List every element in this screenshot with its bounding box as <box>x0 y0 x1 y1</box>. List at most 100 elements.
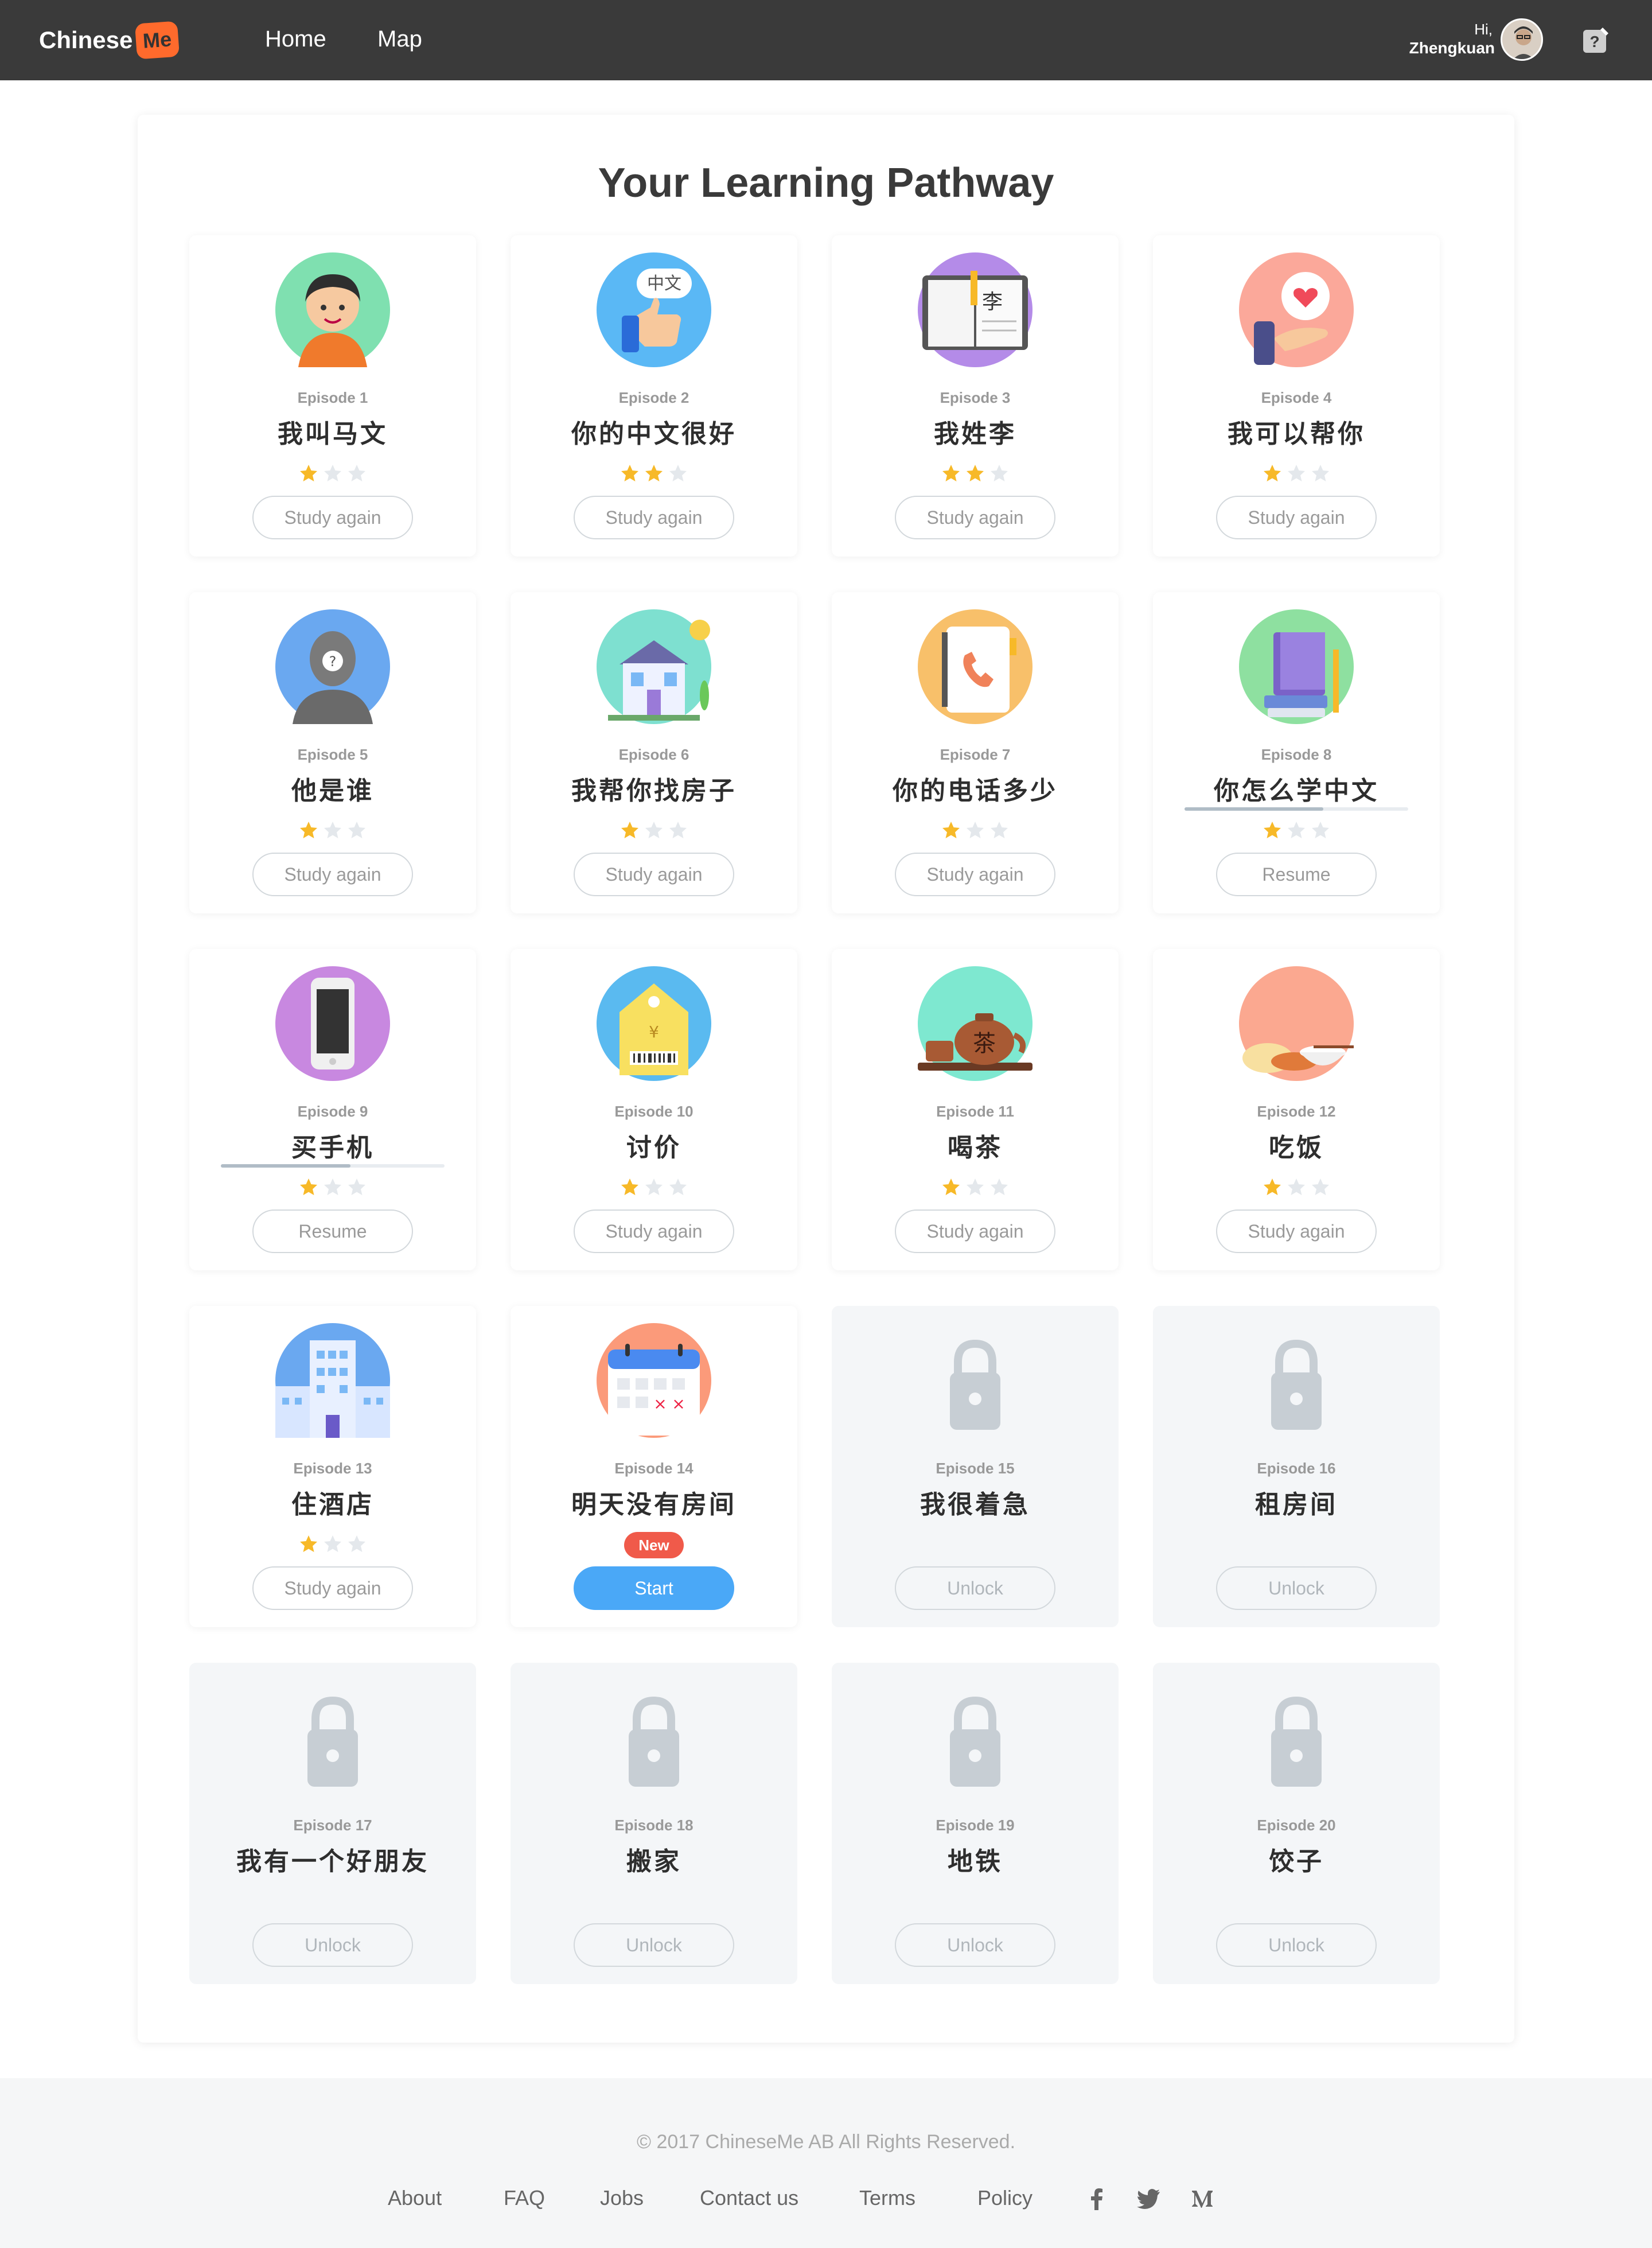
episode-title: 讨价 <box>626 1133 681 1162</box>
learning-pathway-panel: Your Learning Pathway Episode 1 我叫马文 Study… <box>138 115 1514 2043</box>
help-notepad-icon[interactable]: ? <box>1581 25 1611 55</box>
episode-card-13[interactable]: Episode 13 住酒店 Study again <box>189 1306 476 1627</box>
facebook-icon[interactable] <box>1083 2185 1111 2212</box>
episode-card-16[interactable]: Episode 16 租房间 Unlock <box>1153 1306 1440 1627</box>
star-rating <box>511 464 797 483</box>
unlock-button[interactable]: Unlock <box>1216 1566 1377 1610</box>
lock-icon <box>1271 1696 1322 1787</box>
episode-number: Episode 3 <box>940 389 1011 406</box>
nav-map-link[interactable]: Map <box>377 26 422 52</box>
episode-number: Episode 15 <box>936 1460 1015 1477</box>
footer-link-jobs[interactable]: Jobs <box>600 2186 644 2210</box>
star-empty-icon <box>991 465 1008 481</box>
heart-hand-icon <box>1239 252 1354 367</box>
episode-card-7[interactable]: Episode 7 你的电话多少 Study again <box>832 592 1119 913</box>
episode-card-15[interactable]: Episode 15 我很着急 Unlock <box>832 1306 1119 1627</box>
episode-card-10[interactable]: ¥ Episode 10 讨价 Study again <box>511 949 797 1270</box>
episode-card-6[interactable]: Episode 6 我帮你找房子 Study again <box>511 592 797 913</box>
episode-card-3[interactable]: 李 Episode 3 我姓李 Study again <box>832 235 1119 557</box>
episode-card-19[interactable]: Episode 19 地铁 Unlock <box>832 1663 1119 1984</box>
twitter-icon[interactable] <box>1135 2185 1162 2212</box>
study-again-button[interactable]: Study again <box>252 853 413 896</box>
episode-progress-bar <box>1185 807 1408 811</box>
star-empty-icon <box>1288 822 1305 838</box>
study-again-button[interactable]: Study again <box>895 1209 1055 1253</box>
svg-text:李: 李 <box>982 290 1003 314</box>
unlock-button[interactable]: Unlock <box>895 1923 1055 1967</box>
episode-card-4[interactable]: Episode 4 我可以帮你 Study again <box>1153 235 1440 557</box>
episode-card-20[interactable]: Episode 20 饺子 Unlock <box>1153 1663 1440 1984</box>
unlock-button[interactable]: Unlock <box>1216 1923 1377 1967</box>
unlock-button[interactable]: Unlock <box>252 1923 413 1967</box>
medium-icon[interactable] <box>1189 2185 1216 2212</box>
episode-card-18[interactable]: Episode 18 搬家 Unlock <box>511 1663 797 1984</box>
star-rating <box>832 1177 1119 1197</box>
unlock-button[interactable]: Unlock <box>574 1923 734 1967</box>
star-filled-icon <box>967 465 984 481</box>
study-again-button[interactable]: Study again <box>895 853 1055 896</box>
start-button[interactable]: Start <box>574 1566 734 1610</box>
books-pencil-icon <box>1239 609 1354 724</box>
episode-card-9[interactable]: Episode 9 买手机 Resume <box>189 949 476 1270</box>
house-icon <box>597 609 711 724</box>
star-rating <box>189 464 476 483</box>
episode-number: Episode 17 <box>293 1817 372 1834</box>
star-empty-icon <box>645 1179 663 1195</box>
star-empty-icon <box>669 1179 687 1195</box>
star-empty-icon <box>991 822 1008 838</box>
star-empty-icon <box>645 822 663 838</box>
star-empty-icon <box>348 1535 365 1552</box>
svg-text:×: × <box>672 1394 685 1413</box>
episode-number: Episode 6 <box>618 746 689 763</box>
copyright-text: © 2017 ChineseMe AB All Rights Reserved. <box>636 2131 1016 2153</box>
star-empty-icon <box>1288 465 1305 481</box>
episode-card-2[interactable]: 中文 Episode 2 你的中文很好 Study again <box>511 235 797 557</box>
episode-card-14[interactable]: × × Episode 14 明天没有房间 New Start <box>511 1306 797 1627</box>
episode-card-12[interactable]: Episode 12 吃饭 Study again <box>1153 949 1440 1270</box>
unlock-button[interactable]: Unlock <box>895 1566 1055 1610</box>
study-again-button[interactable]: Study again <box>895 496 1055 539</box>
lock-icon <box>950 1339 1000 1430</box>
study-again-button[interactable]: Study again <box>1216 1209 1377 1253</box>
study-again-button[interactable]: Study again <box>574 1209 734 1253</box>
episode-card-17[interactable]: Episode 17 我有一个好朋友 Unlock <box>189 1663 476 1984</box>
user-greeting: Hi, <box>1474 21 1493 38</box>
footer-link-faq[interactable]: FAQ <box>504 2186 545 2210</box>
episode-card-1[interactable]: Episode 1 我叫马文 Study again <box>189 235 476 557</box>
episode-progress-fill <box>221 1164 351 1168</box>
episode-number: Episode 11 <box>936 1103 1014 1120</box>
study-again-button[interactable]: Study again <box>252 1566 413 1610</box>
resume-button[interactable]: Resume <box>1216 853 1377 896</box>
lock-icon <box>629 1696 679 1787</box>
footer-link-terms[interactable]: Terms <box>859 2186 915 2210</box>
study-again-button[interactable]: Study again <box>252 496 413 539</box>
star-rating <box>832 464 1119 483</box>
study-again-button[interactable]: Study again <box>1216 496 1377 539</box>
price-tag-icon: ¥ <box>597 966 711 1081</box>
footer-link-contact[interactable]: Contact us <box>700 2186 798 2210</box>
episode-card-8[interactable]: Episode 8 你怎么学中文 Resume <box>1153 592 1440 913</box>
star-rating <box>189 820 476 840</box>
star-rating <box>1153 1177 1440 1197</box>
user-avatar[interactable] <box>1501 18 1543 61</box>
episode-card-11[interactable]: 茶 Episode 11 喝茶 Study again <box>832 949 1119 1270</box>
episode-title: 你怎么学中文 <box>1214 776 1379 806</box>
star-rating <box>1153 820 1440 840</box>
boy-avatar-icon <box>275 252 390 367</box>
star-empty-icon <box>1312 465 1329 481</box>
star-rating <box>189 1534 476 1554</box>
resume-button[interactable]: Resume <box>252 1209 413 1253</box>
study-again-button[interactable]: Study again <box>574 496 734 539</box>
star-empty-icon <box>348 1179 365 1195</box>
episode-title: 他是谁 <box>291 776 374 806</box>
chineseme-logo[interactable]: Chinese Me <box>39 16 180 64</box>
episode-title: 你的中文很好 <box>571 419 737 449</box>
star-rating <box>511 1177 797 1197</box>
nav-home-link[interactable]: Home <box>265 26 326 52</box>
episode-number: Episode 16 <box>1257 1460 1336 1477</box>
study-again-button[interactable]: Study again <box>574 853 734 896</box>
episode-card-5[interactable]: ? Episode 5 他是谁 Study again <box>189 592 476 913</box>
footer-link-about[interactable]: About <box>388 2186 442 2210</box>
footer: © 2017 ChineseMe AB All Rights Reserved.… <box>0 2078 1652 2248</box>
footer-link-policy[interactable]: Policy <box>977 2186 1032 2210</box>
